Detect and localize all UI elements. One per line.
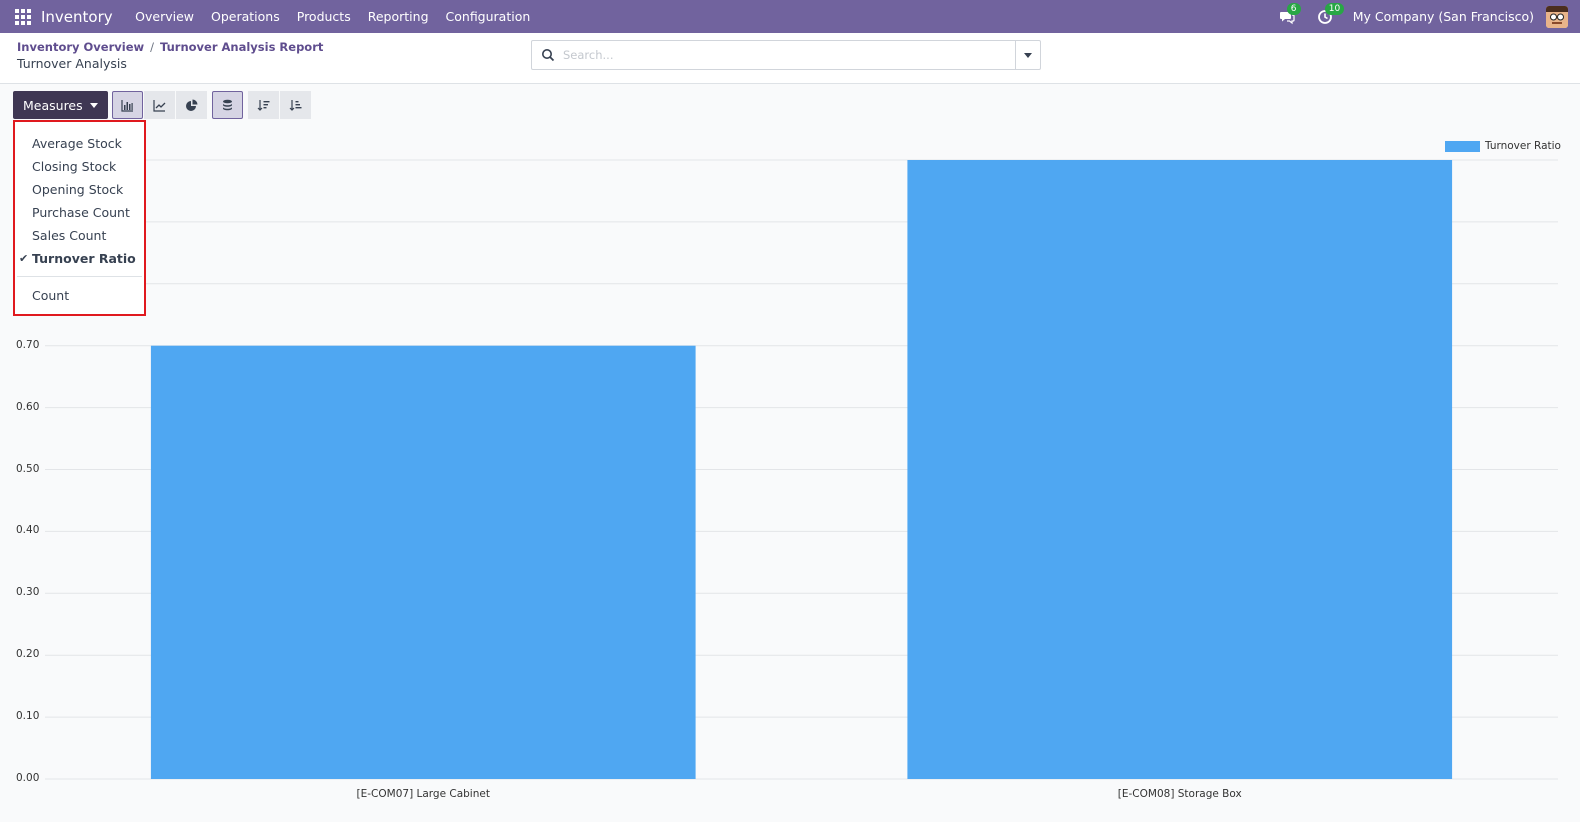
y-tick-label: 0.20: [16, 648, 40, 661]
menu-products[interactable]: Products: [288, 9, 359, 24]
dropdown-divider: [17, 276, 142, 277]
sort-ascending-icon: [289, 99, 302, 111]
measure-count[interactable]: Count: [32, 288, 69, 303]
top-navbar: Inventory Overview Operations Products R…: [0, 0, 1580, 33]
pie-chart-icon: [185, 99, 198, 111]
user-avatar[interactable]: [1546, 5, 1568, 28]
measure-label: Average Stock: [32, 136, 122, 151]
bar-chart-button[interactable]: [111, 91, 143, 119]
measure-sales-count[interactable]: Sales Count: [32, 228, 106, 243]
measure-label: Sales Count: [32, 228, 107, 243]
x-category-label: [E-COM08] Storage Box: [1117, 788, 1242, 800]
search-icon: [542, 49, 555, 62]
line-chart-icon: [153, 99, 166, 112]
measure-label: Turnover Ratio: [32, 251, 136, 266]
pie-chart-button[interactable]: [175, 91, 207, 119]
bar-2[interactable]: [907, 160, 1453, 779]
caret-down-icon: [89, 102, 98, 108]
y-tick-label: 0.60: [16, 400, 40, 413]
messages-button[interactable]: 6: [1277, 2, 1301, 27]
measures-label: Measures: [23, 97, 83, 113]
apps-grid-icon[interactable]: [15, 8, 31, 25]
breadcrumb-turnover-report[interactable]: Turnover Analysis Report: [160, 40, 323, 54]
y-tick-label: 0.50: [16, 462, 40, 475]
activities-badge: 10: [1324, 2, 1345, 15]
y-tick-label: 0.30: [16, 586, 40, 599]
activities-button[interactable]: 10: [1315, 2, 1345, 27]
legend-swatch: [1445, 140, 1480, 152]
measure-average-stock[interactable]: Average Stock: [32, 136, 122, 151]
menu-configuration[interactable]: Configuration: [437, 9, 539, 24]
measure-label: Purchase Count: [32, 205, 130, 220]
measure-label: Closing Stock: [32, 159, 117, 174]
measures-dropdown: Average Stock Closing Stock Opening Stoc…: [13, 120, 146, 316]
app-brand[interactable]: Inventory: [41, 8, 113, 26]
caret-down-icon: [1024, 52, 1032, 58]
x-category-label: [E-COM07] Large Cabinet: [356, 788, 490, 800]
control-panel: Inventory Overview / Turnover Analysis Rep…: [0, 33, 1580, 84]
messages-badge: 6: [1286, 2, 1301, 15]
bar-chart: [45, 159, 1558, 780]
bar-chart-icon: [121, 99, 133, 112]
line-chart-button[interactable]: [143, 91, 175, 119]
measure-closing-stock[interactable]: Closing Stock: [32, 159, 116, 174]
page-title: Turnover Analysis: [17, 56, 127, 71]
measure-purchase-count[interactable]: Purchase Count: [32, 205, 130, 220]
breadcrumb: Inventory Overview / Turnover Analysis Rep…: [17, 40, 323, 54]
measure-turnover-ratio[interactable]: ✔ Turnover Ratio: [19, 251, 136, 266]
graph-view: 0.00 0.10 0.20 0.30 0.40 0.50 0.60 0.70 [E-COM07…: [0, 130, 1580, 822]
sort-descending-button[interactable]: [247, 91, 279, 119]
breadcrumb-separator: /: [150, 40, 154, 54]
y-tick-label: 0.40: [16, 524, 40, 537]
y-tick-label: 0.10: [16, 710, 40, 723]
measures-button[interactable]: Measures: [13, 91, 108, 119]
company-switcher[interactable]: My Company (San Francisco): [1353, 9, 1534, 24]
measure-label: Opening Stock: [32, 182, 124, 197]
bar-1[interactable]: [150, 345, 696, 779]
breadcrumb-inventory-overview[interactable]: Inventory Overview: [17, 40, 144, 54]
search-options-toggle[interactable]: [1015, 41, 1040, 69]
stacked-icon: [222, 99, 232, 110]
measure-opening-stock[interactable]: Opening Stock: [32, 182, 123, 197]
checkmark-icon: ✔: [19, 252, 29, 265]
menu-operations[interactable]: Operations: [203, 9, 289, 24]
legend-label: Turnover Ratio: [1485, 140, 1561, 152]
measure-label: Count: [32, 288, 70, 303]
graph-toolbar: Measures: [13, 91, 312, 120]
stacked-button[interactable]: [211, 91, 243, 119]
sort-descending-icon: [257, 99, 270, 111]
y-tick-label: 0.00: [16, 772, 40, 784]
chart-legend[interactable]: Turnover Ratio: [1445, 140, 1561, 152]
menu-overview[interactable]: Overview: [127, 9, 203, 24]
menu-reporting[interactable]: Reporting: [359, 9, 437, 24]
y-tick-label: 0.70: [16, 338, 40, 351]
sort-ascending-button[interactable]: [279, 91, 311, 119]
search-input[interactable]: [563, 48, 1003, 62]
search-bar: [531, 40, 1041, 70]
